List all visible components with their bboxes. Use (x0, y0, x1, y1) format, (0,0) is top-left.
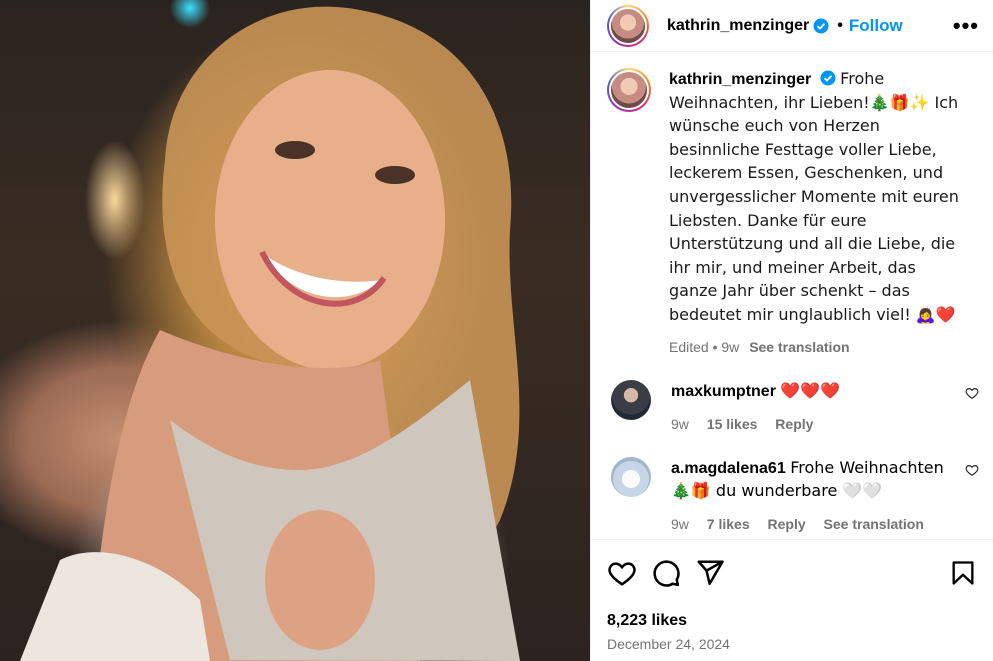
post-view: kathrin_menzinger • Follow ••• kathrin_m… (0, 0, 993, 661)
author-username[interactable]: kathrin_menzinger (667, 17, 809, 35)
comment-body: a.magdalena61 Frohe Weihnachten 🎄🎁 du wu… (671, 457, 951, 535)
see-translation-link[interactable]: See translation (749, 339, 849, 355)
caption-time[interactable]: 9w (721, 339, 739, 355)
caption-meta: Edited • 9w See translation (669, 336, 967, 359)
comment-meta: 9w 15 likes Reply (671, 413, 951, 435)
comment-like-heart-icon[interactable] (965, 386, 979, 400)
action-bar (607, 558, 977, 588)
bookmark-icon[interactable] (949, 558, 977, 588)
author-avatar-caption[interactable] (607, 68, 651, 112)
post-header: kathrin_menzinger • Follow ••• (591, 0, 993, 52)
separator-dot: • (837, 16, 843, 34)
author-avatar[interactable] (607, 4, 649, 47)
post-footer: 8,223 likes December 24, 2024 (591, 539, 993, 661)
verified-badge-icon (813, 18, 829, 33)
post-details-panel: kathrin_menzinger • Follow ••• kathrin_m… (590, 0, 993, 661)
comment-likes[interactable]: 7 likes (707, 516, 750, 532)
comment-time[interactable]: 9w (671, 516, 689, 532)
reply-button[interactable]: Reply (768, 516, 806, 532)
comment-meta: 9w 7 likes Reply See translation (671, 513, 951, 535)
likes-count[interactable]: 8,223 likes (607, 612, 977, 630)
comment-likes[interactable]: 15 likes (707, 416, 758, 432)
caption-username[interactable]: kathrin_menzinger (669, 71, 811, 88)
comment-text: ❤️❤️❤️ (780, 381, 841, 401)
commenter-username[interactable]: a.magdalena61 (671, 460, 786, 477)
verified-badge-icon (820, 70, 836, 86)
comment-like-heart-icon[interactable] (965, 463, 979, 477)
edited-label: Edited (669, 338, 709, 355)
comment-item: maxkumptner ❤️❤️❤️ 9w 15 likes Reply (607, 380, 979, 435)
caption-block: kathrin_menzinger Frohe Weihnachten, ihr… (607, 68, 977, 358)
share-icon[interactable] (695, 558, 725, 588)
caption-text: Frohe Weihnachten, ihr Lieben!🎄🎁✨ Ich wü… (669, 69, 959, 324)
post-date: December 24, 2024 (607, 636, 730, 652)
see-translation-link[interactable]: See translation (824, 516, 924, 532)
comment-time[interactable]: 9w (671, 416, 689, 432)
post-photo[interactable] (0, 0, 590, 661)
comment-icon[interactable] (651, 558, 681, 588)
commenter-username[interactable]: maxkumptner (671, 383, 776, 400)
comments-area: kathrin_menzinger Frohe Weihnachten, ihr… (591, 52, 993, 539)
photo-illustration (20, 6, 520, 661)
commenter-avatar[interactable] (611, 380, 651, 421)
comment-item: a.magdalena61 Frohe Weihnachten 🎄🎁 du wu… (607, 457, 979, 535)
comment-body: maxkumptner ❤️❤️❤️ 9w 15 likes Reply (671, 380, 951, 435)
commenter-avatar[interactable] (611, 457, 651, 498)
heart-icon[interactable] (607, 558, 637, 588)
caption: kathrin_menzinger Frohe Weihnachten, ihr… (669, 68, 967, 358)
meta-dot: • (712, 338, 718, 355)
follow-button[interactable]: Follow (849, 16, 903, 36)
reply-button[interactable]: Reply (775, 416, 813, 432)
more-options-button[interactable]: ••• (953, 13, 979, 39)
